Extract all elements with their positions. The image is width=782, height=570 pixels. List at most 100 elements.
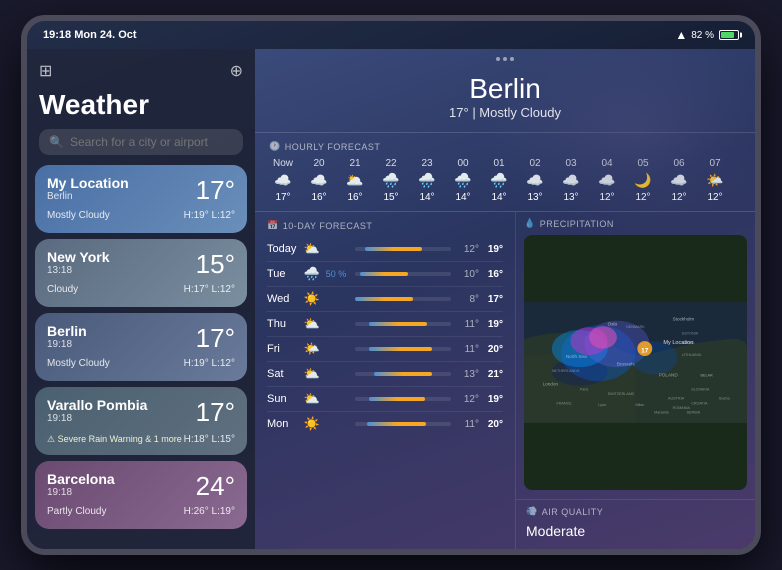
day-row: Sat ⛅ 13° 21° — [267, 362, 503, 387]
hourly-label: 01 — [493, 158, 504, 169]
card-hi-lo: H:26° L:19° — [184, 506, 235, 517]
day-name: Fri — [267, 343, 299, 355]
card-warning: ⚠ Severe Rain Warning & 1 more — [47, 434, 182, 445]
day-row: Today ⛅ 12° 19° — [267, 237, 503, 262]
ten-day-label: 📅 10-Day Forecast — [267, 220, 503, 231]
hourly-icon: ☁️ — [562, 172, 579, 189]
air-quality-icon: 💨 — [526, 506, 538, 517]
card-condition: Cloudy — [47, 284, 78, 295]
svg-text:17: 17 — [641, 347, 649, 354]
search-bar[interactable]: 🔍 — [39, 129, 243, 155]
hourly-label: 20 — [313, 158, 324, 169]
ten-day-forecast: 📅 10-Day Forecast Today ⛅ 12° 19° Tue 🌧️… — [255, 212, 515, 549]
hourly-item: 00 🌧️ 14° — [449, 158, 477, 203]
svg-text:FRANCE: FRANCE — [557, 401, 573, 405]
card-hi-lo: H:19° L:12° — [184, 210, 235, 221]
hourly-temp: 17° — [275, 192, 290, 203]
svg-text:CROATIA: CROATIA — [691, 401, 708, 405]
card-temp: 17° — [196, 323, 235, 354]
svg-text:SLOVAKIA: SLOVAKIA — [691, 387, 710, 391]
hourly-item: Su 🌤️ — [737, 158, 741, 203]
card-name: Barcelona — [47, 471, 115, 487]
hourly-label: 04 — [601, 158, 612, 169]
card-hi-lo: H:18° L:15° — [184, 434, 235, 445]
bottom-panels: 📅 10-Day Forecast Today ⛅ 12° 19° Tue 🌧️… — [255, 212, 755, 549]
sidebar-more-icon[interactable]: ⊕ — [230, 61, 243, 81]
ipad-inner: 19:18 Mon 24. Oct ▲ 82 % ⊞ ⊕ We — [27, 21, 755, 549]
hourly-item: 01 🌧️ 14° — [485, 158, 513, 203]
hourly-label: 02 — [529, 158, 540, 169]
location-card[interactable]: Varallo Pombia 19:18 17° ⚠ Severe Rain W… — [35, 387, 247, 455]
day-rain: 50 % — [325, 269, 347, 279]
hourly-section-label: 🕐 Hourly Forecast — [269, 141, 741, 152]
air-quality-label: 💨 Air Quality — [526, 506, 745, 517]
location-card[interactable]: Barcelona 19:18 24° Partly Cloudy H:26° … — [35, 461, 247, 529]
hourly-label: Now — [273, 158, 293, 169]
day-icon: ⛅ — [303, 366, 321, 382]
day-hi: 20° — [483, 344, 503, 355]
day-lo: 12° — [459, 244, 479, 255]
svg-text:Bucha: Bucha — [719, 397, 730, 401]
hourly-temp: 14° — [455, 192, 470, 203]
hourly-temp: 14° — [419, 192, 434, 203]
right-side-panels: 💧 Precipitation — [515, 212, 755, 549]
hourly-temp: 13° — [527, 192, 542, 203]
hourly-item: 06 ☁️ 12° — [665, 158, 693, 203]
card-temp: 15° — [196, 249, 235, 280]
day-icon: ☀️ — [303, 416, 321, 432]
card-name: Varallo Pombia — [47, 397, 147, 413]
card-condition: Mostly Cloudy — [47, 210, 110, 221]
svg-text:POLAND: POLAND — [659, 372, 679, 377]
temp-bar-container — [355, 397, 451, 401]
day-hi: 16° — [483, 269, 503, 280]
hourly-item: 04 ☁️ 12° — [593, 158, 621, 203]
temp-bar-container — [355, 247, 451, 251]
svg-text:ESTONIA: ESTONIA — [682, 332, 699, 336]
temp-bar-container — [355, 322, 451, 326]
day-lo: 11° — [459, 319, 479, 330]
hourly-label: 05 — [637, 158, 648, 169]
hourly-label: 23 — [421, 158, 432, 169]
card-condition: Mostly Cloudy — [47, 358, 110, 369]
sidebar-title: Weather — [27, 89, 255, 129]
status-time: 19:18 Mon 24. Oct — [43, 29, 137, 41]
svg-text:NETHERLANDS: NETHERLANDS — [552, 369, 580, 373]
day-row: Mon ☀️ 11° 20° — [267, 412, 503, 436]
location-card[interactable]: New York 13:18 15° Cloudy H:17° L:12° — [35, 239, 247, 307]
temp-bar — [355, 297, 413, 301]
svg-text:ROMANIA: ROMANIA — [673, 406, 691, 410]
calendar-icon: 📅 — [267, 220, 279, 231]
hourly-temp: 13° — [563, 192, 578, 203]
sidebar-nav-icon[interactable]: ⊞ — [39, 61, 52, 81]
location-card[interactable]: Berlin 19:18 17° Mostly Cloudy H:19° L:1… — [35, 313, 247, 381]
hourly-label: 22 — [385, 158, 396, 169]
day-name: Sun — [267, 393, 299, 405]
hourly-temp: 16° — [311, 192, 326, 203]
card-temp: 17° — [196, 397, 235, 428]
svg-text:North Sea: North Sea — [566, 354, 587, 359]
hourly-item: 03 ☁️ 13° — [557, 158, 585, 203]
day-name: Wed — [267, 293, 299, 305]
svg-text:AUSTRIA: AUSTRIA — [668, 397, 685, 401]
hourly-temp: 15° — [383, 192, 398, 203]
temp-bar — [365, 247, 423, 251]
hourly-temp: 14° — [491, 192, 506, 203]
card-name: New York — [47, 249, 110, 265]
hourly-icon: 🌧️ — [418, 172, 435, 189]
temp-bar — [367, 422, 427, 426]
temp-bar-container — [355, 272, 451, 276]
precipitation-map: 17 My Location Oslo Stockholm North Sea … — [524, 235, 747, 490]
hourly-icon: 🌤️ — [706, 172, 723, 189]
search-input[interactable] — [70, 135, 233, 149]
day-name: Thu — [267, 318, 299, 330]
day-lo: 11° — [459, 419, 479, 430]
hourly-icon: ☁️ — [670, 172, 687, 189]
hourly-scroll[interactable]: Now ☁️ 17° 20 ☁️ 16° 21 🌥️ 16° 22 🌧️ 15°… — [269, 158, 741, 203]
svg-text:SWITZERLAND: SWITZERLAND — [608, 392, 635, 396]
status-bar: 19:18 Mon 24. Oct ▲ 82 % — [27, 21, 755, 49]
hourly-label: 00 — [457, 158, 468, 169]
location-card[interactable]: My Location Berlin 17° Mostly Cloudy H:1… — [35, 165, 247, 233]
precip-label: 💧 Precipitation — [524, 218, 747, 229]
temp-bar — [369, 397, 425, 401]
day-icon: 🌤️ — [303, 341, 321, 357]
